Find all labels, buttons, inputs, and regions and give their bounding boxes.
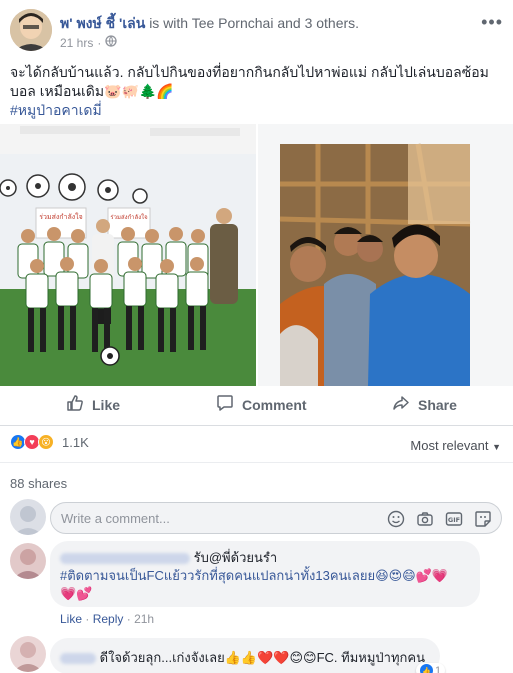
post-time[interactable]: 21 hrs (60, 36, 93, 50)
more-options-icon[interactable]: ••• (481, 12, 503, 33)
comment-label: Comment (242, 396, 307, 413)
comment-mention: รับ@พี่ด้วยนรำ (193, 550, 278, 565)
gif-icon[interactable]: GIF (444, 509, 464, 529)
sticker-icon[interactable] (473, 509, 493, 529)
photo-team[interactable]: ร่วมส่งกำลังใจ ร่วมส่งกำลังใจ (0, 124, 256, 386)
like-label: Like (92, 396, 121, 413)
share-count[interactable]: 88 shares (10, 476, 67, 491)
comment-button[interactable]: Comment (216, 394, 307, 415)
viewer-avatar (10, 499, 46, 535)
photo-selfie[interactable] (258, 124, 513, 386)
commenter-name-redacted[interactable] (60, 653, 96, 665)
share-label: Share (418, 396, 457, 413)
comment-text: รับ@พี่ด้วยนรำ #ติดตามจนเป็นFCแย้ววรักที… (60, 549, 470, 603)
reaction-count: 1.1K (62, 434, 89, 450)
comment-input[interactable]: Write a comment... GIF (50, 502, 502, 534)
comment-line-1: รับ@พี่ด้วยนรำ (60, 549, 470, 567)
banner-left: ร่วมส่งกำลังใจ (39, 212, 82, 221)
comment-line-3: 💗💕 (60, 586, 93, 601)
like-reaction-icon: 👍 (420, 664, 433, 673)
divider (0, 462, 513, 463)
post-meta: 21 hrs · (60, 35, 118, 50)
comment-body: ดีใจด้วยลุก...เก่งจังเลย👍👍❤️❤️😊😊FC. ทีมห… (99, 650, 425, 665)
author-avatar[interactable] (10, 9, 52, 51)
dot-separator: · (97, 35, 102, 50)
globe-icon[interactable] (105, 35, 118, 50)
share-button[interactable]: Share (392, 394, 457, 415)
like-button[interactable]: Like (66, 394, 120, 415)
emoji-icon[interactable] (386, 509, 406, 529)
reaction-summary[interactable]: 👍 ♥ 😮 1.1K (10, 434, 89, 450)
meta-separator: · (126, 612, 135, 626)
comment-bubble: ดีใจด้วยลุก...เก่งจังเลย👍👍❤️❤️😊😊FC. ทีมห… (50, 638, 440, 673)
comment-hashtag[interactable]: #ติดตามจนเป็นFCแย้ววรักที่สุดคนแปลกน่าทั… (60, 567, 470, 585)
commenter-name-redacted[interactable] (60, 553, 190, 565)
comment-actions: Like · Reply · 21h (60, 612, 154, 626)
sort-comments-dropdown[interactable]: Most relevant ▼ (410, 438, 501, 453)
sort-label: Most relevant (410, 438, 489, 453)
comment-reply-link[interactable]: Reply (93, 612, 124, 626)
tagged-with[interactable]: is with Tee Pornchai and 3 others. (149, 15, 359, 31)
wow-reaction-icon: 😮 (38, 434, 54, 450)
comment-like-link[interactable]: Like (60, 612, 82, 626)
comment-placeholder: Write a comment... (61, 511, 170, 526)
banner-right: ร่วมส่งกำลังใจ (110, 213, 147, 221)
author-name[interactable]: พ' พงษ์ ชี้ 'เล่น (60, 15, 145, 31)
comment-text: ดีใจด้วยลุก...เก่งจังเลย👍👍❤️❤️😊😊FC. ทีมห… (60, 647, 425, 668)
caret-down-icon: ▼ (492, 442, 501, 452)
meta-separator: · (85, 612, 93, 626)
thumbs-up-icon (66, 394, 84, 415)
camera-icon[interactable] (415, 509, 435, 529)
share-icon (392, 394, 410, 415)
composer-icons: GIF (386, 509, 493, 529)
post-actions: Like Comment Share (0, 386, 513, 426)
comment-bubble: รับ@พี่ด้วยนรำ #ติดตามจนเป็นFCแย้ววรักที… (50, 541, 480, 607)
author-line: พ' พงษ์ ชี้ 'เล่น is with Tee Pornchai a… (60, 13, 359, 35)
post-hashtag[interactable]: #หมูป่าอคาเดมี่ (10, 101, 500, 120)
comment-reaction-badge[interactable]: 👍 1 (416, 663, 446, 673)
post-body: จะได้กลับบ้านแล้ว. กลับไปกินของที่อยากกิ… (10, 63, 500, 120)
commenter-avatar[interactable] (10, 543, 46, 579)
commenter-avatar[interactable] (10, 636, 46, 672)
svg-text:GIF: GIF (448, 516, 460, 524)
post-header: พ' พงษ์ ชี้ 'เล่น is with Tee Pornchai a… (0, 0, 513, 60)
post-text: จะได้กลับบ้านแล้ว. กลับไปกินของที่อยากกิ… (10, 64, 489, 99)
comment-time[interactable]: 21h (134, 612, 154, 626)
comment-like-count: 1 (435, 664, 442, 673)
comment-icon (216, 394, 234, 415)
